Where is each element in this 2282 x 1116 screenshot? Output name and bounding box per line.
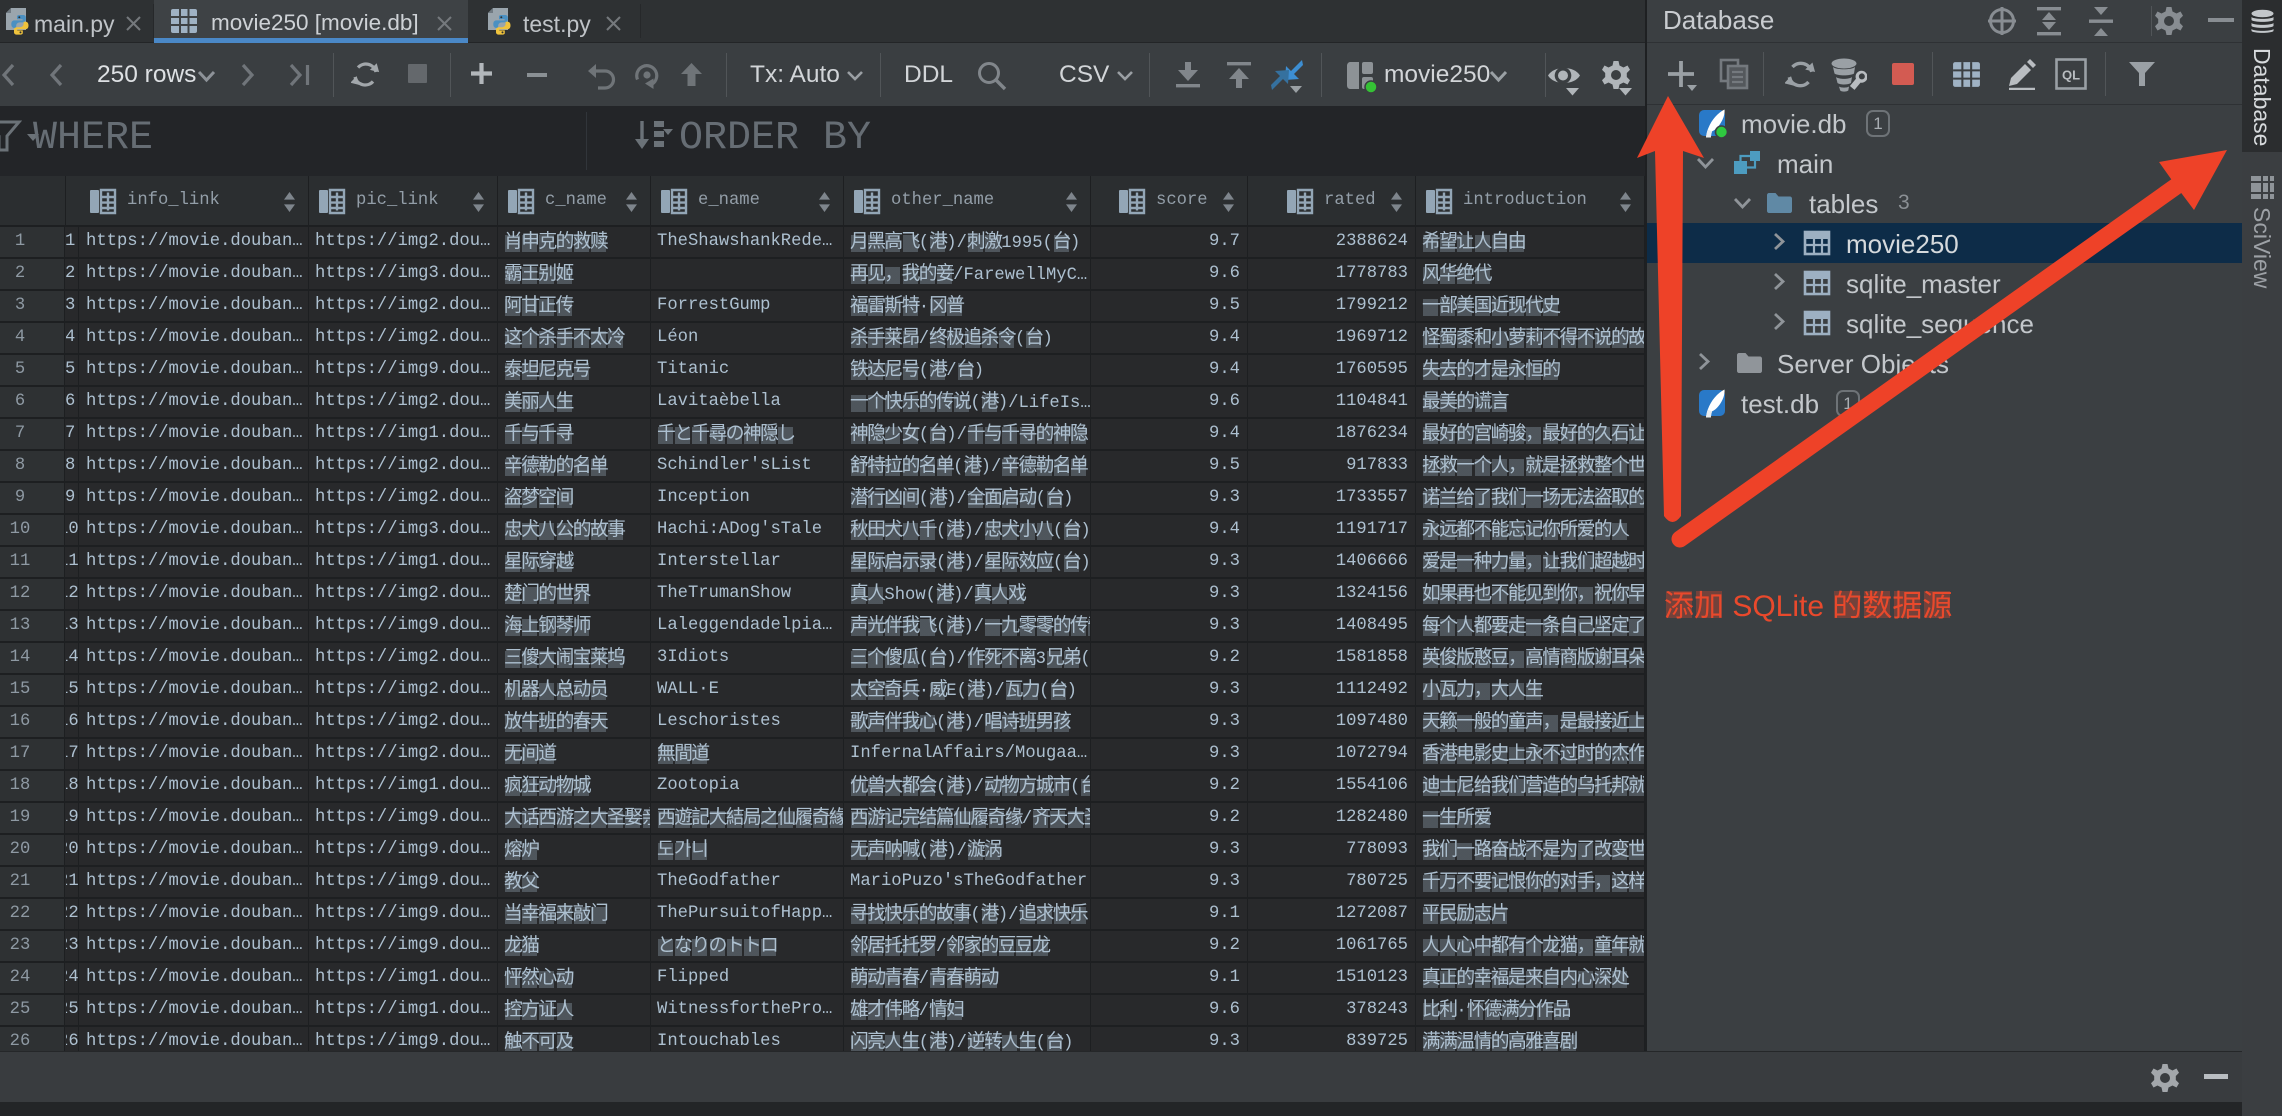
svg-text:QL: QL (2062, 68, 2080, 83)
